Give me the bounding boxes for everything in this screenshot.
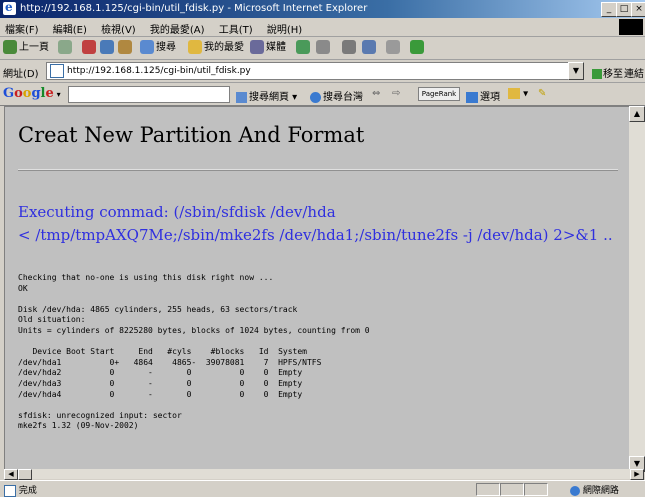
messenger-icon <box>410 40 424 54</box>
refresh-button[interactable] <box>100 40 116 56</box>
status-segment <box>500 483 524 496</box>
stop-icon <box>82 40 96 54</box>
favorites-button[interactable]: 我的最愛 <box>188 40 244 56</box>
horizontal-scroll-thumb[interactable] <box>18 469 32 480</box>
favorites-icon <box>188 40 202 54</box>
menu-tools[interactable]: 工具(T) <box>214 18 259 36</box>
vertical-scrollbar[interactable]: ▲ ▼ <box>629 106 645 472</box>
status-segment <box>524 483 548 496</box>
search-web-button[interactable]: 搜尋網頁 ▾ <box>236 88 297 103</box>
print-button[interactable] <box>342 40 358 56</box>
home-button[interactable] <box>118 40 134 56</box>
window-title: http://192.168.1.125/cgi-bin/util_fdisk.… <box>20 3 368 14</box>
google-logo[interactable]: Google ▾ <box>3 86 61 101</box>
page-icon <box>50 64 64 78</box>
ie-logo-icon <box>3 0 16 15</box>
status-bar: 完成 網際網路 <box>0 480 645 497</box>
horizontal-scrollbar[interactable]: ◀ ▶ <box>4 469 644 480</box>
scroll-up-button[interactable]: ▲ <box>629 106 645 122</box>
media-label: 媒體 <box>266 42 286 53</box>
page-content: Creat New Partition And Format Executing… <box>4 106 630 470</box>
google-toolbar: Google ▾ 搜尋網頁 ▾ 搜尋台灣 ⇔ ⇨ PageRank 選項 ▾ ✎ <box>0 83 645 106</box>
history-button[interactable] <box>296 40 312 56</box>
windows-logo-icon <box>619 19 643 35</box>
media-icon <box>250 40 264 54</box>
scroll-right-button[interactable]: ▶ <box>630 469 644 480</box>
address-bar: 網址(D) http://192.168.1.125/cgi-bin/util_… <box>0 60 645 83</box>
address-input[interactable]: http://192.168.1.125/cgi-bin/util_fdisk.… <box>46 62 570 80</box>
edit-button[interactable] <box>362 40 378 56</box>
executing-command: Executing commad: (/sbin/sfdisk /dev/hda… <box>18 201 613 247</box>
internet-zone-icon <box>570 485 580 496</box>
go-button[interactable]: 移至 <box>592 65 623 80</box>
home-icon <box>118 40 132 54</box>
divider <box>18 169 618 171</box>
search-button[interactable]: 搜尋 <box>140 40 176 56</box>
favorites-label: 我的最愛 <box>204 42 244 53</box>
history-icon <box>296 40 310 54</box>
search-icon <box>140 40 154 54</box>
page-title: Creat New Partition And Format <box>18 123 365 147</box>
search-web-icon <box>236 91 247 103</box>
options-button[interactable]: 選項 <box>466 88 500 103</box>
search-web-label: 搜尋網頁 <box>249 92 289 103</box>
command-output: Checking that no-one is using this disk … <box>18 273 370 431</box>
forward-arrow-icon <box>58 40 72 54</box>
discuss-button[interactable] <box>386 40 402 56</box>
menu-help[interactable]: 說明(H) <box>262 18 308 36</box>
options-label: 選項 <box>480 92 500 103</box>
address-label: 網址(D) <box>3 69 39 80</box>
menu-file[interactable]: 檔案(F) <box>0 18 45 36</box>
chevron-down-icon: ▾ <box>53 89 61 99</box>
mail-button[interactable] <box>316 40 332 56</box>
print-icon <box>342 40 356 54</box>
back-arrow-icon <box>3 40 17 54</box>
menu-favorites[interactable]: 我的最愛(A) <box>145 18 211 36</box>
address-url: http://192.168.1.125/cgi-bin/util_fdisk.… <box>67 66 251 76</box>
exec-line-1: Executing commad: (/sbin/sfdisk /dev/hda <box>18 203 336 221</box>
exec-line-2: < /tmp/tmpAXQ7Me;/sbin/mke2fs /dev/hda1;… <box>18 226 613 244</box>
security-zone: 網際網路 <box>570 483 619 496</box>
google-search-input[interactable] <box>68 86 230 103</box>
status-segment <box>476 483 500 496</box>
title-bar: http://192.168.1.125/cgi-bin/util_fdisk.… <box>0 0 645 18</box>
close-button[interactable]: × <box>631 2 645 17</box>
up-button[interactable]: ⇔ <box>372 88 380 99</box>
globe-icon <box>310 91 321 103</box>
standard-toolbar: 上一頁 搜尋 我的最愛 媒體 <box>0 37 645 60</box>
menu-bar: 檔案(F) 編輯(E) 檢視(V) 我的最愛(A) 工具(T) 說明(H) <box>0 18 645 37</box>
search-tw-button[interactable]: 搜尋台灣 <box>310 88 363 103</box>
messenger-button[interactable] <box>410 40 426 56</box>
refresh-icon <box>100 40 114 54</box>
back-button[interactable]: 上一頁 <box>3 40 49 56</box>
folder-icon <box>508 88 520 99</box>
scroll-left-button[interactable]: ◀ <box>4 469 18 480</box>
pagerank-indicator: PageRank <box>418 87 460 101</box>
options-icon <box>466 91 478 103</box>
address-dropdown-button[interactable]: ▼ <box>568 62 584 80</box>
highlight-button[interactable]: ⇨ <box>392 88 400 99</box>
back-label: 上一頁 <box>19 42 49 53</box>
search-tw-label: 搜尋台灣 <box>323 92 363 103</box>
popup-blocker-button[interactable]: ▾ <box>508 88 528 100</box>
stop-button[interactable] <box>82 40 98 56</box>
discuss-icon <box>386 40 400 54</box>
go-arrow-icon <box>592 69 602 79</box>
media-button[interactable]: 媒體 <box>250 40 286 56</box>
mail-icon <box>316 40 330 54</box>
menu-view[interactable]: 檢視(V) <box>96 18 142 36</box>
status-text: 完成 <box>4 483 37 497</box>
forward-button[interactable] <box>58 40 74 56</box>
pencil-icon[interactable]: ✎ <box>538 88 546 99</box>
maximize-button[interactable]: □ <box>616 2 632 17</box>
minimize-button[interactable]: _ <box>601 2 617 17</box>
menu-edit[interactable]: 編輯(E) <box>48 18 93 36</box>
links-button[interactable]: 連結 <box>624 65 644 80</box>
go-label: 移至 <box>603 69 623 80</box>
edit-icon <box>362 40 376 54</box>
search-label: 搜尋 <box>156 42 176 53</box>
